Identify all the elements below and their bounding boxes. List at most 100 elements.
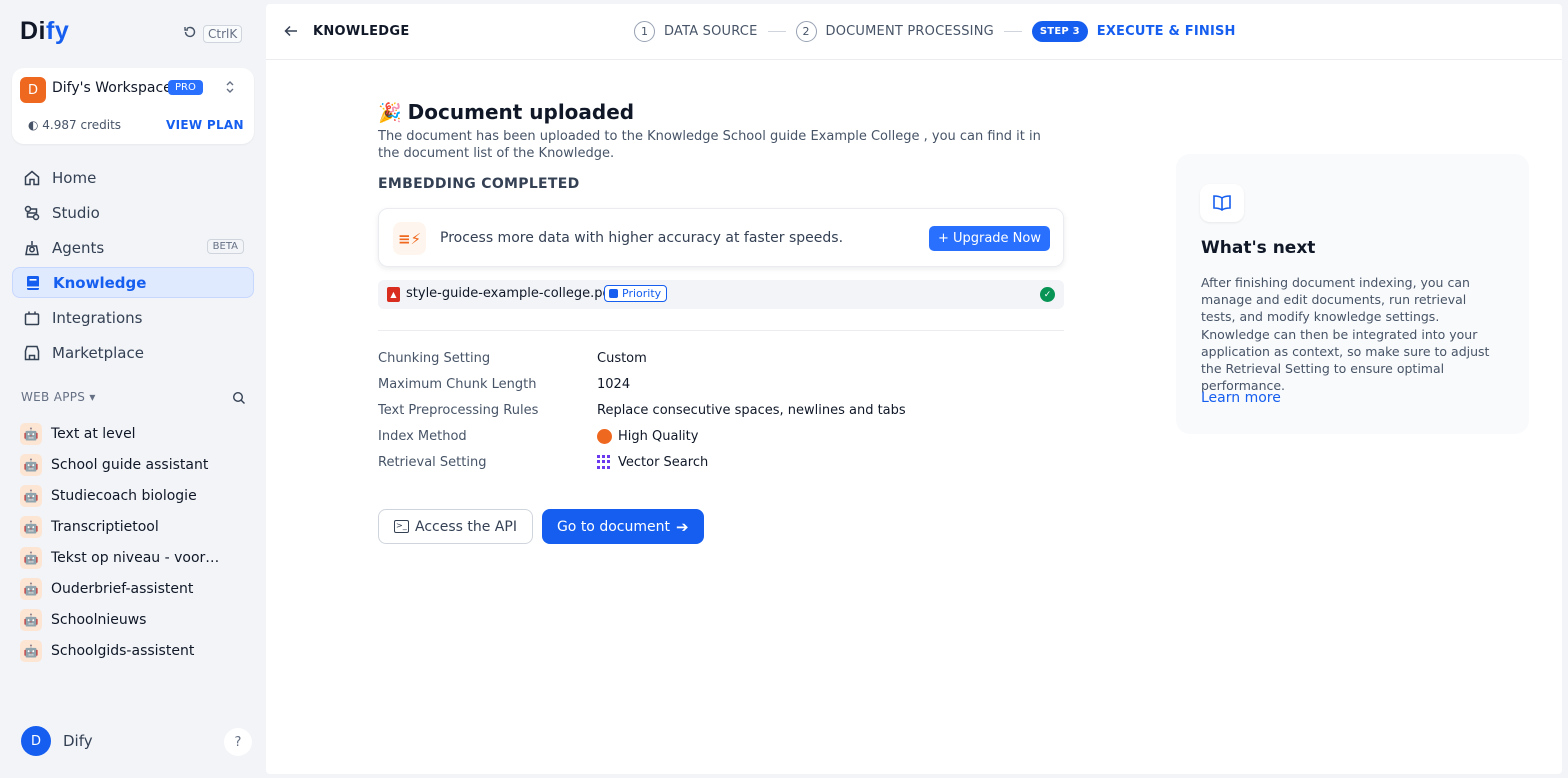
nav-item-integrations[interactable]: Integrations <box>12 302 254 333</box>
nav-item-agents[interactable]: Agents BETA <box>12 232 254 263</box>
step-number: 1 <box>634 21 655 42</box>
setting-key: Chunking Setting <box>378 350 491 366</box>
view-plan-link[interactable]: VIEW PLAN <box>166 118 244 132</box>
stepper: 1 DATA SOURCE 2 DOCUMENT PROCESSING STEP… <box>634 21 1236 42</box>
main-panel: KNOWLEDGE 1 DATA SOURCE 2 DOCUMENT PROCE… <box>266 4 1562 774</box>
web-apps-heading[interactable]: WEB APPS ▾ <box>21 390 96 404</box>
settings-row: Maximum Chunk Length 1024 <box>378 371 1068 397</box>
shortcut-kbd: CtrlK <box>203 24 243 43</box>
agents-icon <box>22 238 42 258</box>
check-icon: ✓ <box>1040 287 1055 302</box>
web-app-label: Studiecoach biologie <box>51 487 197 504</box>
setting-value: High Quality <box>597 428 699 444</box>
logo-text-part1: Di <box>20 17 46 45</box>
workspace-switch-icon[interactable] <box>224 80 236 97</box>
vector-search-icon <box>597 454 612 470</box>
setting-value: 1024 <box>597 376 631 392</box>
web-app-item[interactable]: 🤖 Studiecoach biologie <box>20 480 250 511</box>
setting-key: Text Preprocessing Rules <box>378 402 539 418</box>
active-step-pill: STEP 3 <box>1031 21 1088 42</box>
upgrade-now-button[interactable]: + Upgrade Now <box>928 226 1050 251</box>
nav-item-home[interactable]: Home <box>12 162 254 193</box>
active-step-label: EXECUTE & FINISH <box>1096 24 1236 39</box>
settings-list: Chunking Setting Custom Maximum Chunk Le… <box>378 345 1068 475</box>
user-menu[interactable]: D Dify <box>21 726 93 756</box>
workspace-name[interactable]: Dify's Workspace <box>52 80 172 96</box>
step-separator <box>767 31 786 32</box>
access-api-button[interactable]: >_ Access the API <box>378 509 533 544</box>
search-history-icon <box>183 24 197 43</box>
plus-icon: + <box>937 231 953 246</box>
setting-value-text: Vector Search <box>618 454 709 470</box>
dify-logo[interactable]: Dify <box>20 17 69 46</box>
nav-item-knowledge[interactable]: Knowledge <box>12 267 254 298</box>
settings-row: Chunking Setting Custom <box>378 345 1068 371</box>
nav-label: Knowledge <box>53 273 147 292</box>
web-app-label: Transcriptietool <box>51 518 159 535</box>
robot-icon: 🤖 <box>20 453 42 476</box>
settings-row: Index Method High Quality <box>378 423 1068 449</box>
setting-value-text: High Quality <box>618 428 699 444</box>
setting-key: Index Method <box>378 428 467 444</box>
priority-icon <box>609 289 618 298</box>
settings-row: Text Preprocessing Rules Replace consecu… <box>378 397 1068 423</box>
step-label: DATA SOURCE <box>664 24 758 39</box>
whats-next-title: What's next <box>1201 238 1316 258</box>
robot-icon: 🤖 <box>20 577 42 600</box>
go-to-document-button[interactable]: Go to document ➔ <box>541 509 704 544</box>
go-to-document-label: Go to document <box>556 518 670 535</box>
caret-down-icon: ▾ <box>89 390 96 404</box>
web-app-item[interactable]: 🤖 Text at level <box>20 418 250 449</box>
web-app-item[interactable]: 🤖 Tekst op niveau - voor… <box>20 542 250 573</box>
web-app-item[interactable]: 🤖 Schoolnieuws <box>20 604 250 635</box>
nav-item-marketplace[interactable]: Marketplace <box>12 337 254 368</box>
nav-label: Integrations <box>52 308 143 327</box>
help-button[interactable]: ? <box>224 728 252 756</box>
upgrade-button-label: Upgrade Now <box>952 231 1041 246</box>
logo-text-part2: fy <box>46 17 70 45</box>
web-app-label: Schoolnieuws <box>51 611 147 628</box>
learn-more-link[interactable]: Learn more <box>1201 390 1281 406</box>
arrow-right-icon: ➔ <box>675 517 689 536</box>
party-popper-icon: 🎉 <box>378 101 402 124</box>
back-arrow-icon[interactable] <box>284 22 298 41</box>
beta-badge: BETA <box>206 239 244 254</box>
setting-value: Replace consecutive spaces, newlines and… <box>597 402 906 418</box>
home-icon <box>22 168 42 188</box>
pro-badge: PRO <box>168 80 203 95</box>
web-app-item[interactable]: 🤖 Schoolgids-assistent <box>20 635 250 666</box>
file-name: style-guide-example-college.pdf <box>406 286 616 301</box>
step-separator <box>1003 31 1022 32</box>
web-apps-search-icon[interactable] <box>232 390 246 409</box>
web-app-item[interactable]: 🤖 School guide assistant <box>20 449 250 480</box>
robot-icon: 🤖 <box>20 422 42 445</box>
upload-description: The document has been uploaded to the Kn… <box>378 129 1041 161</box>
topbar: KNOWLEDGE 1 DATA SOURCE 2 DOCUMENT PROCE… <box>266 4 1562 60</box>
web-app-item[interactable]: 🤖 Ouderbrief-assistent <box>20 573 250 604</box>
setting-key: Maximum Chunk Length <box>378 376 537 392</box>
search-shortcut[interactable]: CtrlK <box>183 24 243 43</box>
workspace-avatar: D <box>20 77 46 103</box>
web-app-label: School guide assistant <box>51 456 209 473</box>
robot-icon: 🤖 <box>20 546 42 569</box>
main-nav: Home Studio Agents BETA Knowledge Integr… <box>12 162 254 372</box>
credits-value: 4.987 credits <box>42 118 122 132</box>
high-quality-icon <box>597 428 612 444</box>
web-apps-list: 🤖 Text at level 🤖 School guide assistant 🤖… <box>20 418 250 666</box>
breadcrumb[interactable]: KNOWLEDGE <box>313 24 410 39</box>
avatar: D <box>21 726 51 756</box>
web-app-item[interactable]: 🤖 Transcriptietool <box>20 511 250 542</box>
pdf-icon: ▲ <box>387 287 400 302</box>
setting-key: Retrieval Setting <box>378 454 487 470</box>
nav-item-studio[interactable]: Studio <box>12 197 254 228</box>
robot-icon: 🤖 <box>20 608 42 631</box>
step-number: 2 <box>795 21 817 42</box>
web-app-label: Schoolgids-assistent <box>51 642 195 659</box>
divider <box>378 330 1064 331</box>
result-content: 🎉 Document uploaded The document has bee… <box>378 100 1068 544</box>
upgrade-text: Process more data with higher accuracy a… <box>440 230 844 246</box>
studio-icon <box>22 203 42 223</box>
marketplace-icon <box>22 343 42 363</box>
setting-value: Vector Search <box>597 454 709 470</box>
access-api-label: Access the API <box>415 518 517 535</box>
